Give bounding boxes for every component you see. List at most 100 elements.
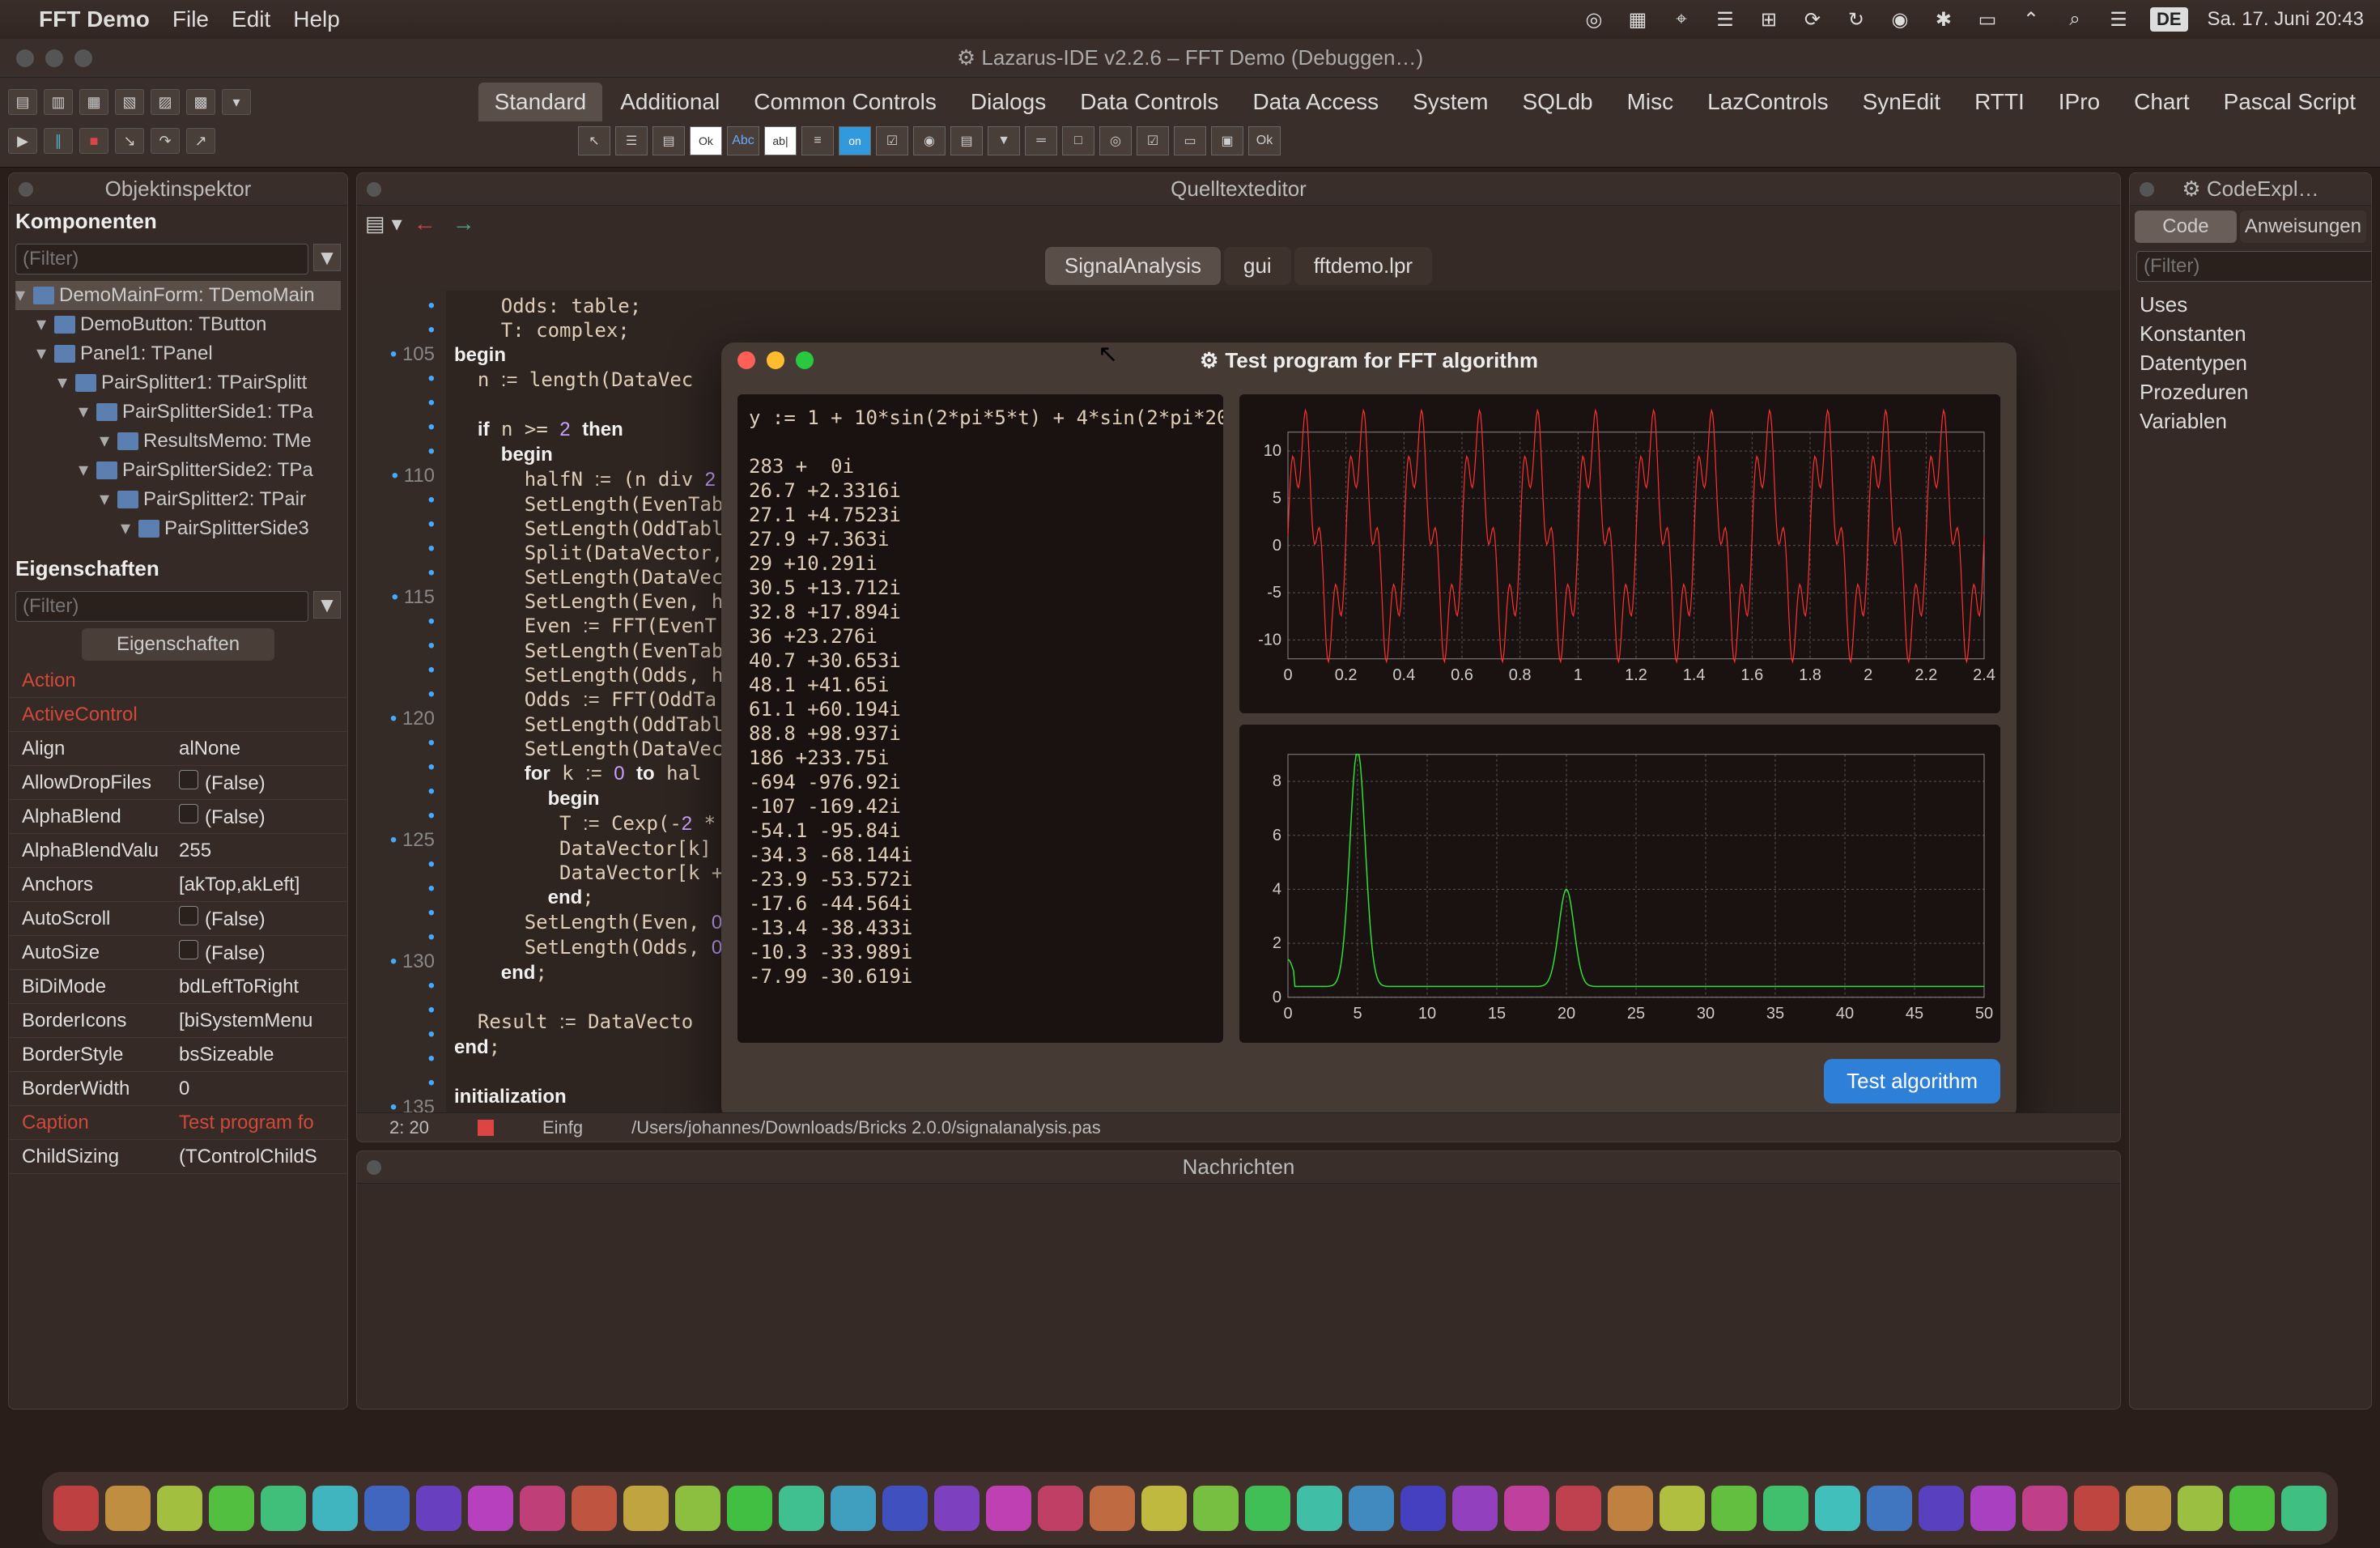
code-explorer-tab[interactable]: Code [2135, 211, 2237, 243]
status-icon[interactable]: ⊞ [1757, 8, 1781, 32]
toolbar-toggle-icon[interactable]: ▾ [222, 89, 251, 115]
status-icon[interactable]: ▭ [1975, 8, 2000, 32]
dock-app[interactable] [2229, 1486, 2275, 1531]
radiogroup-icon[interactable]: ◎ [1099, 126, 1132, 155]
palette-tab[interactable]: Data Access [1236, 83, 1395, 121]
palette-tab[interactable]: Data Controls [1064, 83, 1235, 121]
menu-help[interactable]: Help [293, 6, 340, 32]
file-tab[interactable]: SignalAnalysis [1045, 247, 1221, 285]
dock-app[interactable] [364, 1486, 410, 1531]
palette-tab[interactable]: IPro [2042, 83, 2116, 121]
status-icon[interactable]: ☰ [2106, 8, 2131, 32]
file-tab[interactable]: fftdemo.lpr [1294, 247, 1432, 285]
menu-file[interactable]: File [172, 6, 209, 32]
palette-tab[interactable]: RTTI [1958, 83, 2041, 121]
edit-icon[interactable]: ab| [764, 126, 797, 155]
groupbox-icon[interactable]: □ [1062, 126, 1094, 155]
tree-node[interactable]: ▾PairSplitterSide1: TPa [15, 398, 341, 427]
property-row[interactable]: BorderStylebsSizeable [9, 1038, 347, 1072]
dock-app[interactable] [1867, 1486, 1912, 1531]
dock-app[interactable] [53, 1486, 99, 1531]
tree-node[interactable]: ▾PairSplitterSide3 [15, 514, 341, 543]
status-icon[interactable]: ⌃ [2019, 8, 2043, 32]
dock-app[interactable] [2281, 1486, 2327, 1531]
dock-app[interactable] [1349, 1486, 1394, 1531]
code-explorer-item[interactable]: Konstanten [2140, 319, 2361, 348]
dock-app[interactable] [312, 1486, 358, 1531]
property-row[interactable]: CaptionTest program fo [9, 1106, 347, 1140]
code-explorer-item[interactable]: Prozeduren [2140, 377, 2361, 406]
palette-tab[interactable]: SQLdb [1506, 83, 1609, 121]
code-explorer-filter[interactable] [2136, 251, 2372, 282]
property-row[interactable]: AllowDropFiles(False) [9, 766, 347, 800]
code-explorer-tab[interactable]: Anweisungen [2240, 211, 2366, 243]
status-icon[interactable]: ↻ [1844, 8, 1868, 32]
status-icon[interactable]: ▦ [1626, 8, 1650, 32]
property-row[interactable]: Anchors[akTop,akLeft] [9, 868, 347, 902]
panel-icon[interactable]: ▭ [1174, 126, 1206, 155]
window-controls[interactable] [737, 351, 814, 369]
toolbar-saveall-icon[interactable]: ▧ [115, 89, 144, 115]
label-icon[interactable]: Abc [727, 126, 759, 155]
property-row[interactable]: ChildSizing(TControlChildS [9, 1140, 347, 1174]
property-row[interactable]: AutoScroll(False) [9, 902, 347, 936]
toolbar-save-icon[interactable]: ▦ [79, 89, 108, 115]
properties-grid[interactable]: ActionActiveControlAlignalNoneAllowDropF… [9, 664, 347, 1409]
macos-dock[interactable] [42, 1472, 2338, 1545]
dock-app[interactable] [1452, 1486, 1498, 1531]
dock-app[interactable] [1297, 1486, 1342, 1531]
palette-tab[interactable]: SynEdit [1847, 83, 1957, 121]
component-filter[interactable] [15, 244, 308, 274]
dock-app[interactable] [572, 1486, 617, 1531]
dock-app[interactable] [520, 1486, 565, 1531]
dock-app[interactable] [2022, 1486, 2068, 1531]
toolbar-stop-icon[interactable]: ■ [79, 128, 108, 154]
palette-tab[interactable]: Dialogs [954, 83, 1062, 121]
property-row[interactable]: AlignalNone [9, 732, 347, 766]
button-icon[interactable]: Ok [690, 126, 722, 155]
dock-app[interactable] [1245, 1486, 1290, 1531]
filter-icon[interactable]: ▼ [313, 591, 341, 619]
dock-app[interactable] [934, 1486, 980, 1531]
property-row[interactable]: BorderWidth0 [9, 1072, 347, 1106]
nav-back-icon[interactable]: ← [409, 211, 441, 236]
app-name[interactable]: FFT Demo [39, 6, 150, 32]
dock-app[interactable] [727, 1486, 772, 1531]
mainmenu-icon[interactable]: ☰ [615, 126, 648, 155]
toolbar-form-icon[interactable]: ▩ [186, 89, 215, 115]
component-tree[interactable]: ▾DemoMainForm: TDemoMain▾DemoButton: TBu… [9, 278, 347, 546]
toolbar-unit-icon[interactable]: ▨ [151, 89, 180, 115]
dock-app[interactable] [1660, 1486, 1705, 1531]
code-explorer-item[interactable]: Datentypen [2140, 348, 2361, 377]
code-area[interactable]: • • • 105• • • • • 110• • • • • 115• • •… [357, 291, 2120, 1112]
tree-node[interactable]: ▾DemoMainForm: TDemoMain [15, 281, 341, 310]
code-explorer-item[interactable]: Uses [2140, 290, 2361, 319]
dock-app[interactable] [1193, 1486, 1239, 1531]
memo-icon[interactable]: ≡ [801, 126, 834, 155]
combobox-icon[interactable]: ▼ [988, 126, 1020, 155]
results-memo[interactable]: y := 1 + 10*sin(2*pi*5*t) + 4*sin(2*pi*2… [737, 394, 1223, 1043]
status-icon[interactable]: ◉ [1888, 8, 1912, 32]
dock-app[interactable] [1504, 1486, 1549, 1531]
status-icon[interactable]: ◎ [1582, 8, 1606, 32]
toolbar-pause-icon[interactable]: ∥ [44, 128, 73, 154]
palette-tab[interactable]: Pascal Script [2208, 83, 2372, 121]
properties-tab[interactable]: Eigenschaften [82, 628, 274, 661]
nav-forward-icon[interactable]: → [448, 211, 480, 236]
dock-app[interactable] [1608, 1486, 1653, 1531]
dock-app[interactable] [1556, 1486, 1601, 1531]
toolbar-stepinto-icon[interactable]: ↘ [115, 128, 144, 154]
dock-app[interactable] [831, 1486, 876, 1531]
palette-tab[interactable]: Additional [604, 83, 736, 121]
filter-icon[interactable]: ▼ [313, 244, 341, 271]
status-icon[interactable]: ☰ [1713, 8, 1737, 32]
tree-node[interactable]: ▾ResultsMemo: TMe [15, 427, 341, 456]
pointer-icon[interactable]: ↖ [578, 126, 610, 155]
tree-node[interactable]: ▾Panel1: TPanel [15, 339, 341, 368]
dock-app[interactable] [986, 1486, 1031, 1531]
status-icon[interactable]: ⌖ [1669, 8, 1694, 31]
toolbar-stepout-icon[interactable]: ↗ [186, 128, 215, 154]
clock[interactable]: Sa. 17. Juni 20:43 [2208, 8, 2364, 31]
file-icon[interactable]: ▤ [365, 211, 385, 236]
status-icon[interactable]: ✱ [1932, 8, 1956, 32]
